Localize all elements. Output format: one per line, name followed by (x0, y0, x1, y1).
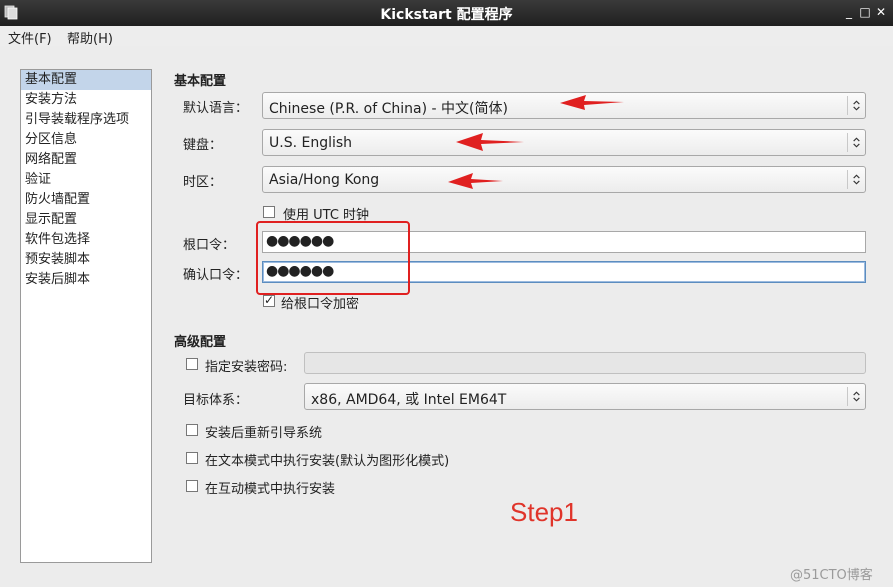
arrow-timezone (448, 173, 503, 189)
password-highlight-box (256, 221, 410, 295)
watermark: @51CTO博客 (790, 568, 873, 583)
arrow-keyboard (456, 133, 524, 151)
annotation-layer (448, 95, 624, 189)
arrow-language (560, 95, 624, 110)
step-label: Step1 (510, 497, 578, 527)
